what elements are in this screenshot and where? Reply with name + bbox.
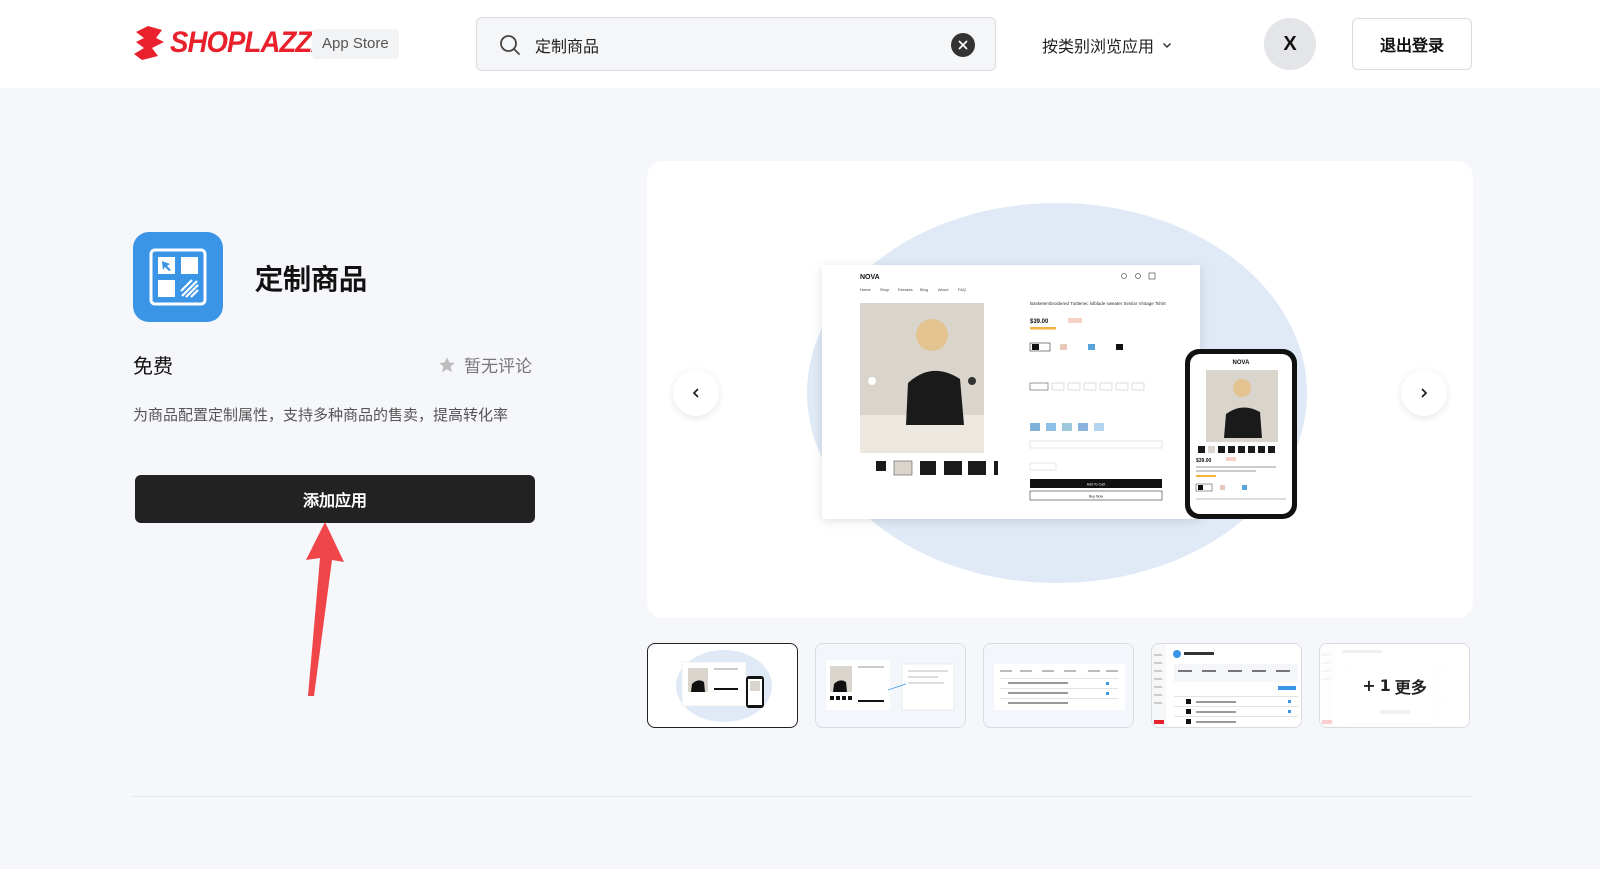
add-app-button[interactable]: 添加应用	[135, 475, 535, 523]
svg-text:$39.00: $39.00	[1030, 319, 1049, 325]
shoplazza-logo-icon	[134, 26, 164, 60]
app-icon	[133, 232, 223, 322]
gallery-prev-button[interactable]	[673, 370, 719, 416]
gallery-next-button[interactable]	[1401, 370, 1447, 416]
mobile-screenshot-mock: NOVA $39.00	[1185, 349, 1297, 519]
browse-categories-label: 按类别浏览应用	[1042, 37, 1155, 56]
user-avatar[interactable]: X	[1264, 18, 1316, 70]
chevron-right-icon	[1421, 388, 1428, 398]
app-title: 定制商品	[255, 263, 368, 296]
search-input[interactable]	[535, 28, 935, 62]
screenshot-gallery: NOVA Home Shop Dresses Blog About FAQ Ba…	[647, 161, 1473, 618]
svg-text:Home: Home	[860, 287, 871, 292]
svg-text:Buy Now: Buy Now	[1089, 495, 1103, 499]
top-header: SHOPLAZZA App Store 按类别浏览应用 X 退出登录	[0, 0, 1600, 88]
search-box[interactable]	[476, 17, 996, 71]
app-store-badge: App Store	[312, 29, 399, 59]
browse-categories-dropdown[interactable]: 按类别浏览应用	[1042, 33, 1172, 57]
more-screenshots-overlay: + 1 更多	[1320, 644, 1469, 727]
svg-text:About: About	[938, 287, 949, 292]
svg-text:Basketembroidered Tuttlenec lo: Basketembroidered Tuttlenec lolblade swe…	[1030, 301, 1166, 306]
more-label: 更多	[1394, 677, 1427, 697]
thumbnail-4[interactable]	[1151, 643, 1302, 728]
chevron-down-icon	[1162, 42, 1172, 49]
rating-text: 暂无评论	[464, 357, 532, 377]
svg-text:Blog: Blog	[920, 287, 928, 292]
annotation-arrow-icon	[306, 522, 344, 696]
thumbnail-5-more[interactable]: + 1 更多	[1319, 643, 1470, 728]
svg-text:NOVA: NOVA	[1233, 360, 1251, 366]
logout-button[interactable]: 退出登录	[1352, 18, 1472, 70]
desktop-screenshot-mock: NOVA Home Shop Dresses Blog About FAQ Ba…	[822, 265, 1200, 519]
search-icon	[500, 35, 520, 55]
more-count: 1	[1379, 676, 1391, 695]
section-divider	[132, 796, 1472, 797]
svg-text:Shop: Shop	[880, 287, 890, 292]
svg-text:Add To Cart: Add To Cart	[1087, 483, 1105, 487]
custom-product-icon	[149, 248, 207, 306]
thumbnail-3[interactable]	[983, 643, 1134, 728]
star-icon	[439, 356, 455, 372]
svg-text:Dresses: Dresses	[898, 287, 913, 292]
mobile-mock-drawing: NOVA $39.00	[1195, 360, 1286, 500]
app-description: 为商品配置定制属性，支持多种商品的售卖，提高转化率	[133, 406, 509, 424]
clear-search-button[interactable]	[951, 33, 975, 57]
svg-text:FAQ: FAQ	[958, 287, 966, 292]
desktop-mock-drawing: NOVA Home Shop Dresses Blog About FAQ Ba…	[860, 272, 1166, 501]
close-icon	[958, 40, 968, 50]
thumbnail-2[interactable]	[815, 643, 966, 728]
more-prefix: +	[1362, 676, 1376, 695]
mock-brand: NOVA	[860, 274, 880, 281]
app-rating: 暂无评论	[438, 352, 532, 377]
svg-text:$39.00: $39.00	[1196, 458, 1212, 464]
brand-name: SHOPLAZZA	[170, 26, 331, 59]
chevron-left-icon	[692, 388, 699, 398]
gallery-thumbnails: + 1 更多	[647, 643, 1470, 728]
app-price: 免费	[133, 354, 173, 378]
thumbnail-1[interactable]	[647, 643, 798, 728]
